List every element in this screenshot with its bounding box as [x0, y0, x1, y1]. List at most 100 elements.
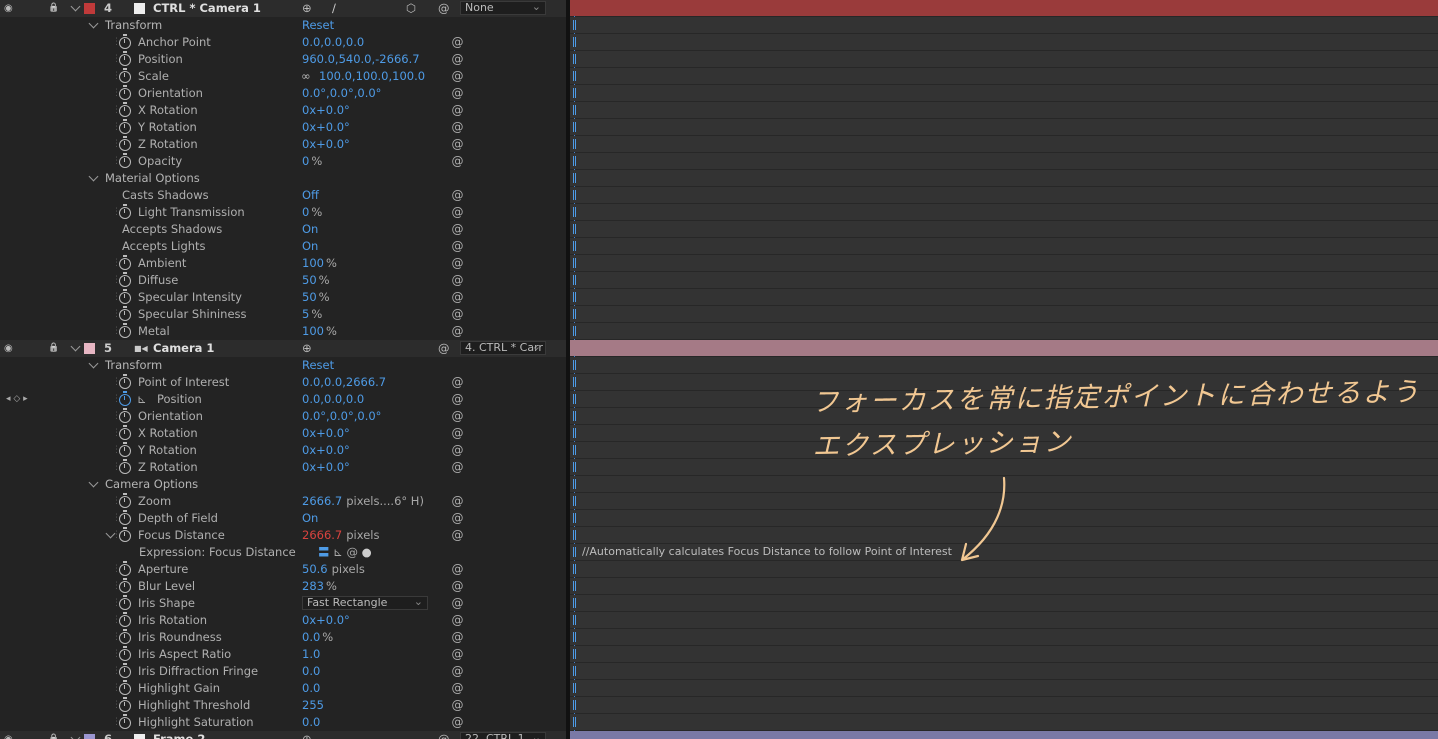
property-row[interactable]: ⋮ Blur Level 283% @	[0, 578, 566, 595]
property-row[interactable]: ⋮ Iris Diffraction Fringe 0.0 @	[0, 663, 566, 680]
parent-pickwhip-icon[interactable]: @	[451, 104, 464, 117]
parent-pickwhip-icon[interactable]: @	[451, 614, 464, 627]
parent-pickwhip-icon[interactable]: @	[451, 512, 464, 525]
lock-icon[interactable]: 🔒	[48, 340, 59, 357]
parent-pickwhip-icon[interactable]: @	[451, 138, 464, 151]
layer-name[interactable]: Camera 1	[153, 340, 214, 357]
property-value[interactable]: 50%	[302, 272, 330, 289]
property-row[interactable]: ⋮ Depth of Field On @	[0, 510, 566, 527]
shy-switch-icon[interactable]: ⊕	[302, 340, 312, 357]
stopwatch-icon[interactable]	[119, 51, 131, 66]
stopwatch-icon[interactable]	[119, 85, 131, 100]
expand-twirl-icon[interactable]	[88, 171, 99, 182]
quality-switch-icon[interactable]: ∕	[332, 0, 336, 17]
stopwatch-icon[interactable]	[119, 323, 131, 338]
property-row[interactable]: ⋮ Iris Rotation 0x+0.0° @	[0, 612, 566, 629]
layer-name[interactable]: CTRL * Camera 1	[153, 0, 261, 17]
property-row[interactable]: ⋮ Focus Distance 2666.7 pixels @	[0, 527, 566, 544]
parent-pickwhip-icon[interactable]: @	[451, 36, 464, 49]
property-row[interactable]: ⋮ Highlight Saturation 0.0 @	[0, 714, 566, 731]
stopwatch-icon[interactable]	[119, 510, 131, 525]
keyframe-marker[interactable]	[573, 241, 576, 251]
label-color-swatch[interactable]	[84, 343, 95, 354]
keyframe-marker[interactable]	[573, 564, 576, 574]
timeline-layer-bar[interactable]	[570, 731, 1438, 739]
property-row[interactable]: ⋮ Y Rotation 0x+0.0° @	[0, 119, 566, 136]
keyframe-marker[interactable]	[573, 224, 576, 234]
parent-pickwhip-icon[interactable]: @	[451, 121, 464, 134]
property-value[interactable]: 0.0°,0.0°,0.0°	[302, 408, 381, 425]
keyframe-marker[interactable]	[573, 683, 576, 693]
property-value[interactable]: 0.0,0.0,0.0	[302, 34, 364, 51]
stopwatch-icon[interactable]	[119, 374, 131, 389]
keyframe-marker[interactable]	[573, 139, 576, 149]
property-value[interactable]: 0%	[302, 153, 322, 170]
property-value[interactable]: 0.0	[302, 663, 320, 680]
lock-icon[interactable]: 🔒	[48, 0, 59, 17]
property-row[interactable]: ⋮ Aperture 50.6 pixels @	[0, 561, 566, 578]
parent-dropdown[interactable]: 22. CTRL 1 ⌄	[460, 732, 546, 739]
keyframe-marker[interactable]	[573, 88, 576, 98]
keyframe-marker[interactable]	[573, 496, 576, 506]
parent-pickwhip-icon[interactable]: @	[451, 631, 464, 644]
property-value[interactable]: 50.6 pixels	[302, 561, 365, 578]
property-group[interactable]: Transform Reset	[0, 17, 566, 34]
stopwatch-icon[interactable]	[119, 646, 131, 661]
keyframe-marker[interactable]	[573, 598, 576, 608]
stopwatch-icon[interactable]	[119, 102, 131, 117]
parent-pickwhip-icon[interactable]: @	[451, 223, 464, 236]
property-row[interactable]: ⋮ Iris Shape Fast Rectangle ⌄ @	[0, 595, 566, 612]
parent-pickwhip-icon[interactable]: @	[451, 257, 464, 270]
keyframe-marker[interactable]	[573, 479, 576, 489]
property-value[interactable]: 0x+0.0°	[302, 459, 350, 476]
property-value[interactable]: 255	[302, 697, 324, 714]
keyframe-marker[interactable]	[573, 666, 576, 676]
parent-pickwhip-icon[interactable]: @	[451, 206, 464, 219]
shy-switch-icon[interactable]: ⊕	[302, 0, 312, 17]
parent-pickwhip-icon[interactable]: @	[451, 665, 464, 678]
parent-pickwhip-icon[interactable]: @	[451, 189, 464, 202]
property-row[interactable]: ⋮ Z Rotation 0x+0.0° @	[0, 136, 566, 153]
keyframe-marker[interactable]	[573, 615, 576, 625]
parent-pickwhip-icon[interactable]: @	[438, 0, 450, 17]
timeline-layer-bar[interactable]	[570, 340, 1438, 356]
keyframe-marker[interactable]	[573, 105, 576, 115]
parent-pickwhip-icon[interactable]: @	[451, 444, 464, 457]
keyframe-marker[interactable]	[573, 20, 576, 30]
keyframe-marker[interactable]	[573, 632, 576, 642]
parent-pickwhip-icon[interactable]: @	[451, 70, 464, 83]
keyframe-marker[interactable]	[573, 54, 576, 64]
property-row[interactable]: ⋮ Iris Aspect Ratio 1.0 @	[0, 646, 566, 663]
keyframe-marker[interactable]	[573, 700, 576, 710]
parent-pickwhip-icon[interactable]: @	[451, 155, 464, 168]
parent-pickwhip-icon[interactable]: @	[451, 240, 464, 253]
property-value[interactable]: 0.0%	[302, 629, 333, 646]
keyframe-marker[interactable]	[573, 717, 576, 727]
stopwatch-icon[interactable]	[119, 527, 131, 542]
parent-dropdown[interactable]: 4. CTRL * Carr ⌄	[460, 341, 546, 355]
parent-pickwhip-icon[interactable]: @	[451, 308, 464, 321]
stopwatch-icon[interactable]	[119, 408, 131, 423]
parent-pickwhip-icon[interactable]: @	[451, 87, 464, 100]
parent-pickwhip-icon[interactable]: @	[451, 716, 464, 729]
property-row[interactable]: ⋮ Zoom 2666.7 pixels....6° H) @	[0, 493, 566, 510]
timeline-layer-bar[interactable]	[570, 0, 1438, 16]
stopwatch-icon[interactable]	[119, 595, 131, 610]
constrain-proportions-icon[interactable]: ∞	[301, 68, 311, 85]
property-value[interactable]: 0.0	[302, 680, 320, 697]
parent-pickwhip-icon[interactable]: @	[451, 393, 464, 406]
property-row[interactable]: ⋮ Anchor Point 0.0,0.0,0.0 @	[0, 34, 566, 51]
stopwatch-icon[interactable]	[119, 561, 131, 576]
parent-pickwhip-icon[interactable]: @	[451, 699, 464, 712]
property-row[interactable]: ⋮ Position 960.0,540.0,-2666.7 @	[0, 51, 566, 68]
parent-pickwhip-icon[interactable]: @	[451, 529, 464, 542]
stopwatch-icon[interactable]	[119, 306, 131, 321]
keyframe-marker[interactable]	[573, 37, 576, 47]
property-value[interactable]: Off	[302, 187, 319, 204]
stopwatch-icon[interactable]	[119, 459, 131, 474]
keyframe-marker[interactable]	[573, 428, 576, 438]
property-row[interactable]: ⋮ Metal 100% @	[0, 323, 566, 340]
parent-pickwhip-icon[interactable]: @	[451, 648, 464, 661]
keyframe-marker[interactable]	[573, 360, 576, 370]
expand-twirl-icon[interactable]	[70, 1, 81, 12]
